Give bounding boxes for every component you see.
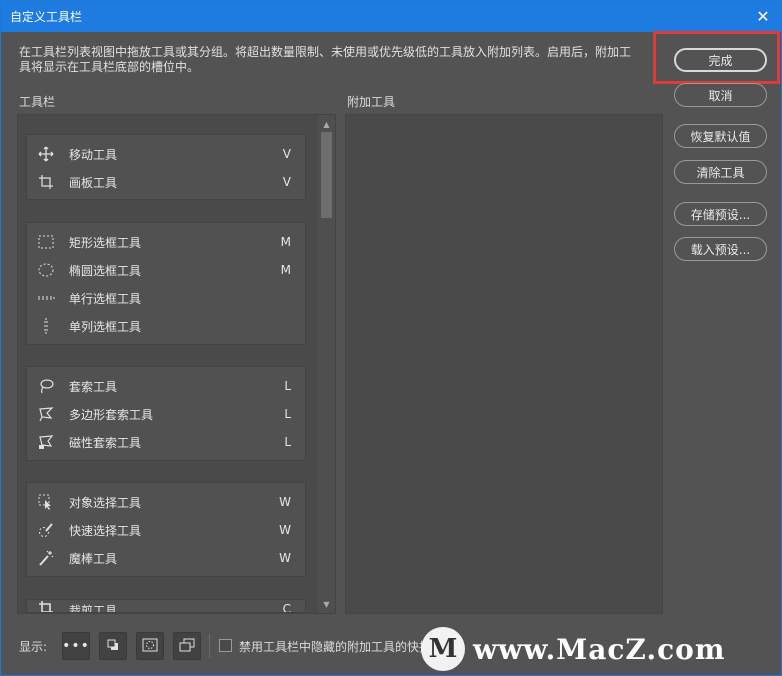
customize-toolbar-dialog: 自定义工具栏 ✕ 在工具栏列表视图中拖放工具或其分组。将超出数量限制、未使用或优…	[0, 0, 782, 676]
tool-name: 单列选框工具	[69, 319, 142, 334]
tool-item[interactable]: 多边形套索工具 L	[27, 400, 307, 428]
disable-shortcuts-label: 禁用工具栏中隐藏的附加工具的快捷键	[239, 640, 444, 654]
tool-group[interactable]: 对象选择工具 W 快速选择工具 W 魔棒工具 W	[26, 482, 306, 577]
row-marquee-icon	[37, 290, 55, 306]
close-icon[interactable]: ✕	[753, 6, 773, 26]
tool-shortcut: V	[282, 175, 291, 189]
load-preset-button[interactable]: 载入预设...	[674, 237, 767, 261]
quick-mask-icon	[142, 638, 158, 655]
divider	[209, 634, 210, 658]
title-bar: 自定义工具栏 ✕	[1, 1, 781, 32]
tool-item[interactable]: 矩形选框工具 M	[27, 228, 307, 256]
tool-group[interactable]: 套索工具 L 多边形套索工具 L 磁性套索工具 L	[26, 366, 306, 461]
move-icon	[37, 146, 55, 162]
extra-tools-label: 附加工具	[347, 95, 396, 109]
tool-name: 移动工具	[69, 147, 118, 162]
toolbar-list-label: 工具栏	[19, 95, 56, 109]
cancel-button[interactable]: 取消	[674, 83, 767, 107]
tool-name: 矩形选框工具	[69, 235, 142, 250]
tool-item[interactable]: 磁性套索工具 L	[27, 428, 307, 456]
tool-name: 椭圆选框工具	[69, 263, 142, 278]
tool-name: 多边形套索工具	[69, 407, 154, 422]
tool-item[interactable]: 快速选择工具 W	[27, 516, 307, 544]
fg-bg-color-icon	[106, 638, 120, 655]
tool-shortcut: M	[280, 263, 291, 277]
scroll-thumb[interactable]	[321, 132, 332, 218]
column-marquee-icon	[37, 318, 55, 334]
tool-name: 套索工具	[69, 379, 118, 394]
lasso-icon	[37, 378, 55, 394]
tool-item[interactable]: 对象选择工具 W	[27, 488, 307, 516]
watermark-text: www.MacZ.com	[473, 632, 726, 666]
tool-name: 单行选框工具	[69, 291, 142, 306]
tool-item[interactable]: 套索工具 L	[27, 372, 307, 400]
tool-shortcut: L	[284, 379, 291, 393]
extra-tools-panel[interactable]	[345, 114, 663, 614]
tool-item[interactable]: 移动工具 V	[27, 140, 307, 168]
tool-name: 快速选择工具	[69, 523, 142, 538]
quick-select-icon	[37, 522, 55, 538]
tool-item[interactable]: 单列选框工具	[27, 312, 307, 340]
dialog-title: 自定义工具栏	[10, 10, 83, 24]
tool-name: 对象选择工具	[69, 495, 142, 510]
color-swatch-button[interactable]	[99, 632, 127, 660]
tool-name: 裁剪工具	[69, 604, 118, 613]
magic-wand-icon	[37, 550, 55, 566]
ellipsis-icon: •••	[62, 638, 90, 654]
tool-item[interactable]: 裁剪工具 C	[27, 600, 305, 613]
tool-shortcut: C	[282, 602, 291, 613]
more-dots-button[interactable]: •••	[62, 632, 90, 660]
magnetic-lasso-icon	[37, 434, 55, 450]
scroll-up-icon[interactable]: ▲	[318, 117, 335, 131]
rect-marquee-icon	[37, 234, 55, 250]
tool-shortcut: V	[282, 147, 291, 161]
tool-item[interactable]: 椭圆选框工具 M	[27, 256, 307, 284]
crop-icon	[37, 600, 55, 612]
tool-shortcut: W	[279, 495, 291, 509]
disable-shortcuts-checkbox[interactable]	[219, 639, 232, 652]
artboard-icon	[37, 174, 55, 190]
scroll-down-icon[interactable]: ▼	[318, 597, 335, 611]
tool-shortcut: W	[279, 523, 291, 537]
polygon-lasso-icon	[37, 406, 55, 422]
tool-name: 画板工具	[69, 175, 118, 190]
quick-mask-button[interactable]	[136, 632, 164, 660]
tool-group[interactable]: 移动工具 V 画板工具 V	[26, 134, 306, 200]
screen-mode-icon	[179, 638, 195, 655]
save-preset-button[interactable]: 存储预设...	[674, 202, 767, 226]
tool-item[interactable]: 单行选框工具	[27, 284, 307, 312]
highlight-box	[653, 31, 780, 84]
tool-item[interactable]: 画板工具 V	[27, 168, 307, 196]
tool-item[interactable]: 魔棒工具 W	[27, 544, 307, 572]
tool-group[interactable]: 矩形选框工具 M 椭圆选框工具 M 单行选框工具 单列选框工具	[26, 222, 306, 345]
tool-shortcut: W	[279, 551, 291, 565]
tool-shortcut: L	[284, 435, 291, 449]
restore-defaults-button[interactable]: 恢复默认值	[674, 124, 767, 148]
screen-mode-button[interactable]	[173, 632, 201, 660]
tool-name: 魔棒工具	[69, 551, 118, 566]
ellipse-marquee-icon	[37, 262, 55, 278]
watermark: M www.MacZ.com	[421, 623, 725, 675]
clear-tools-button[interactable]: 清除工具	[674, 160, 767, 184]
watermark-logo: M	[421, 627, 465, 671]
object-select-icon	[37, 494, 55, 510]
tool-shortcut: M	[280, 235, 291, 249]
tool-name: 磁性套索工具	[69, 435, 142, 450]
tool-group[interactable]: 裁剪工具 C	[26, 599, 306, 613]
tool-shortcut: L	[284, 407, 291, 421]
show-label: 显示:	[19, 640, 48, 654]
toolbar-list-scrollbar[interactable]: ▲ ▼	[318, 115, 335, 613]
description-text: 在工具栏列表视图中拖放工具或其分组。将超出数量限制、未使用或优先级低的工具放入附…	[19, 45, 632, 74]
